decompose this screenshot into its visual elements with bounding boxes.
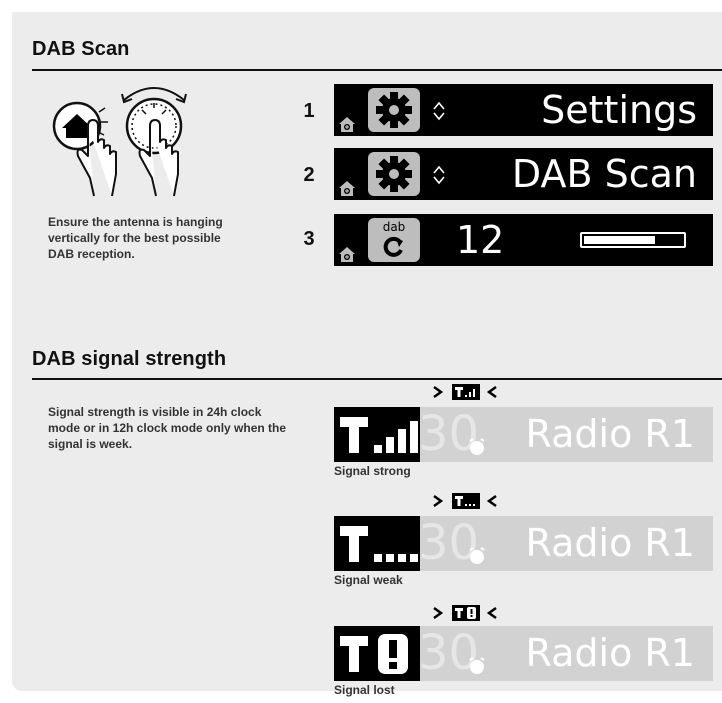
hand-controls-illustration [52,87,187,197]
up-down-arrows-icon [433,165,445,185]
signal-caption: Signal strong [334,464,411,478]
step-number: 3 [303,228,315,250]
home-icon [339,117,355,132]
alarm-clock-icon [469,547,485,564]
lcd-display-dab-scan: DAB Scan [334,148,713,200]
lcd-display-scan-progress: dab 12 [334,214,713,266]
signal-caption: Signal lost [334,683,395,697]
signal-weak-mini-icon [452,493,480,509]
scan-progress-fill [584,236,655,244]
scan-progress-bar [580,232,686,248]
station-name: Radio R1 [525,412,695,456]
antenna-note: Ensure the antenna is hanging vertically… [48,215,223,261]
signal-display-lost: 30 Radio R1 [334,626,713,681]
lcd-text: DAB Scan [511,152,697,196]
chevron-right-icon [433,494,444,508]
signal-display-strong: 30 Radio R1 [334,407,713,462]
lcd-text: Settings [541,88,697,132]
up-down-arrows-icon [433,101,445,121]
signal-lost-mini-icon [452,605,480,621]
menu-icon-box [368,88,420,132]
step-number: 1 [303,100,315,122]
signal-lost-icon [334,626,420,681]
chevron-left-icon [486,385,497,399]
menu-icon-box [368,152,420,196]
signal-weak-icon [334,516,420,571]
signal-strong-icon [334,407,420,462]
signal-strong-mini-icon [452,384,480,400]
section-title-signal-strength: DAB signal strength [32,348,227,370]
chevron-right-icon [433,385,444,399]
signal-display-weak: 30 Radio R1 [334,516,713,571]
signal-caption: Signal weak [334,573,403,587]
home-icon [339,181,355,196]
section-title-dab-scan: DAB Scan [32,38,130,60]
station-name: Radio R1 [525,631,695,675]
alarm-clock-icon [469,438,485,455]
chevron-right-icon [433,606,444,620]
home-icon [339,247,355,262]
step-number: 2 [303,164,315,186]
gear-icon [376,156,412,192]
manual-page: DAB Scan Ensure the antenna is hanging v… [12,12,722,697]
section-divider [32,69,722,71]
dab-scan-icon: dab [368,218,420,262]
station-name: Radio R1 [525,521,695,565]
gear-icon [376,92,412,128]
section-divider [32,378,722,380]
chevron-left-icon [486,494,497,508]
dab-icon-label: dab [382,220,406,234]
alarm-clock-icon [469,657,485,674]
station-count: 12 [456,218,505,262]
chevron-left-icon [486,606,497,620]
refresh-icon [383,236,403,257]
lcd-display-settings: Settings [334,84,713,136]
signal-note: Signal strength is visible in 24h clock … [48,405,287,451]
